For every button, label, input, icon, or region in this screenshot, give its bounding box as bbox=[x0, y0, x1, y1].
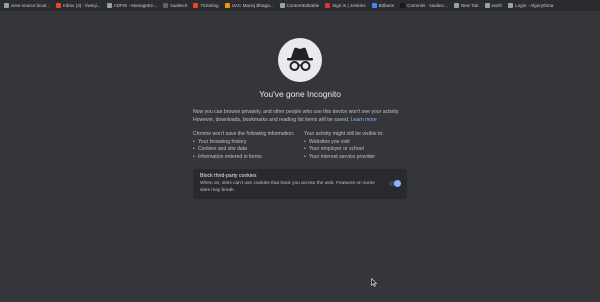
ticketing-icon bbox=[193, 3, 199, 8]
bookmark-label: ContentEditable bbox=[286, 3, 320, 8]
bookmark-item[interactable]: ADFIS - ManageEn... bbox=[106, 3, 158, 8]
visible-to-heading: Your activity might still be visible to: bbox=[304, 131, 384, 137]
bookmark-item[interactable]: Login - Algorythma bbox=[508, 3, 553, 8]
bookmark-item[interactable]: ContentEditable bbox=[279, 3, 320, 8]
not-saved-item: Your browsing history bbox=[193, 139, 301, 147]
bookmark-item[interactable]: saaltech bbox=[163, 3, 187, 8]
bookmark-item[interactable]: UAC Manoj Bhaga... bbox=[224, 3, 274, 8]
bookmark-label: Ticketing bbox=[200, 3, 219, 8]
bookmark-label: Commits · saaltec... bbox=[407, 3, 448, 8]
learn-more-link[interactable]: Learn more bbox=[351, 117, 377, 123]
github-icon bbox=[400, 3, 406, 8]
gmail-icon bbox=[56, 3, 62, 8]
bookmark-item[interactable]: view-source:local... bbox=[4, 3, 50, 8]
bookmark-label: UAC Manoj Bhaga... bbox=[231, 3, 274, 8]
bookmark-label: view-source:local... bbox=[11, 3, 51, 8]
adfis-icon bbox=[106, 3, 112, 8]
bookmark-item[interactable]: Ticketing bbox=[193, 3, 219, 8]
page-title: You've gone Incognito bbox=[259, 89, 341, 99]
mouse-cursor-icon bbox=[371, 274, 378, 292]
algorythma-icon bbox=[508, 3, 514, 8]
bitbucket-icon bbox=[371, 3, 377, 8]
cookies-description: When on, sites can't use cookies that tr… bbox=[200, 181, 375, 193]
uac-icon bbox=[224, 3, 230, 8]
jenkins-icon bbox=[325, 3, 331, 8]
globe-icon bbox=[4, 3, 9, 8]
cookies-title: Block third-party cookies bbox=[200, 173, 257, 179]
bookmark-item[interactable]: Sign in | Jenkins bbox=[325, 3, 366, 8]
bookmark-item[interactable]: Bitbarie bbox=[371, 3, 395, 8]
bookmark-label: ADFIS - ManageEn... bbox=[113, 3, 158, 8]
not-saved-heading: Chrome won't save the following informat… bbox=[193, 131, 295, 137]
not-saved-item: Information entered in forms bbox=[193, 154, 301, 162]
earth-icon bbox=[484, 3, 490, 8]
bookmark-item[interactable]: New Tab bbox=[453, 3, 479, 8]
bookmark-label: New Tab bbox=[460, 3, 479, 8]
intro-line-1: Now you can browse privately, and other … bbox=[193, 109, 400, 115]
visible-to-item: Websites you visit bbox=[304, 139, 424, 147]
third-party-cookies-card: Block third-party cookies When on, sites… bbox=[193, 169, 407, 199]
bookmark-label: earth bbox=[491, 3, 503, 8]
folder-icon bbox=[163, 3, 169, 8]
bookmark-label: Inbox (3) - tiwsqi... bbox=[63, 3, 101, 8]
bookmark-label: saaltech bbox=[170, 3, 188, 8]
bookmark-item[interactable]: Inbox (3) - tiwsqi... bbox=[56, 3, 101, 8]
not-saved-item: Cookies and site data bbox=[193, 146, 301, 154]
intro-line-2: However, downloads, bookmarks and readin… bbox=[193, 117, 350, 123]
visible-to-section: Your activity might still be visible to:… bbox=[304, 130, 424, 161]
visible-to-item: Your employer or school bbox=[304, 146, 424, 154]
block-cookies-toggle[interactable] bbox=[389, 180, 401, 187]
bookmark-item[interactable]: earth bbox=[484, 3, 503, 8]
bookmark-label: Sign in | Jenkins bbox=[332, 3, 366, 8]
bookmark-label: Bitbarie bbox=[378, 3, 395, 8]
visible-to-item: Your internet service provider bbox=[304, 154, 424, 162]
bookmark-item[interactable]: Commits · saaltec... bbox=[400, 3, 448, 8]
not-saved-section: Chrome won't save the following informat… bbox=[193, 130, 301, 161]
new-tab-icon bbox=[453, 3, 459, 8]
incognito-spy-icon bbox=[278, 38, 322, 82]
intro-text: Now you can browse privately, and other … bbox=[193, 108, 423, 124]
bookmark-label: Login - Algorythma bbox=[515, 3, 554, 8]
contenteditable-icon bbox=[279, 3, 285, 8]
toggle-knob bbox=[394, 180, 401, 187]
